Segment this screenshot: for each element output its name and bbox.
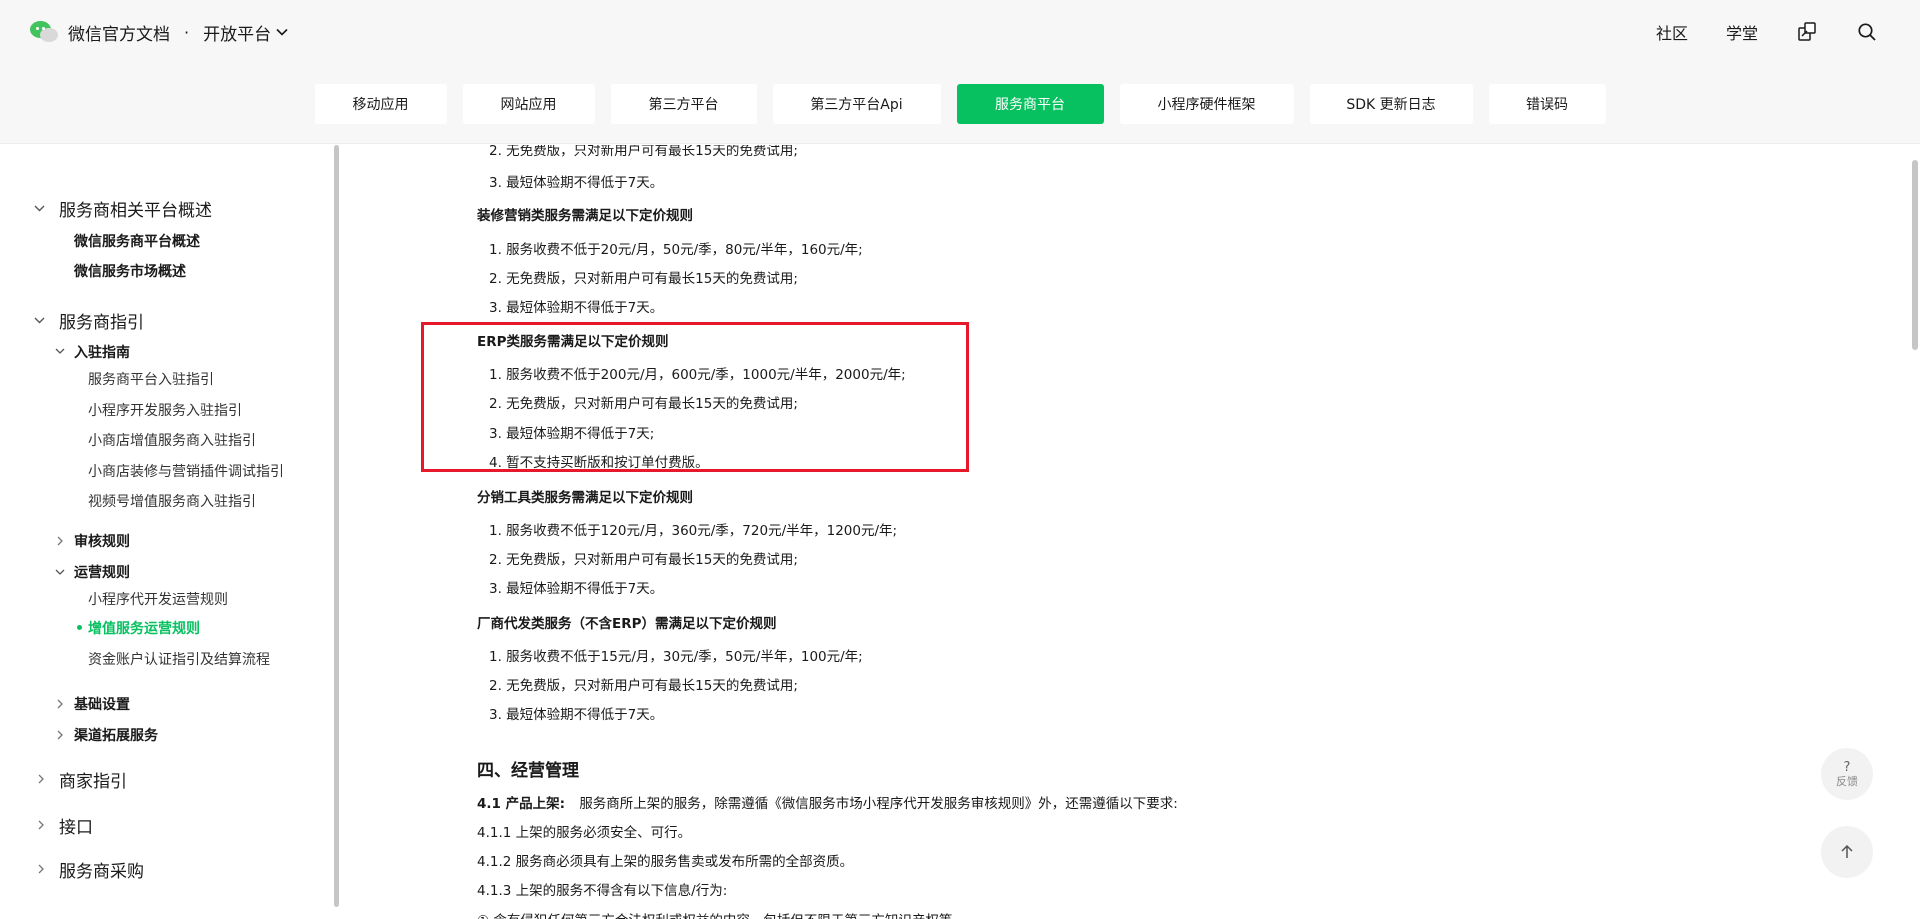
chevron-right-icon[interactable] xyxy=(36,819,46,831)
list-item: 1. 服务收费不低于15元/月，30元/季，50元/半年，100元/年; xyxy=(489,649,863,665)
wechat-logo-icon xyxy=(30,19,60,45)
product-tabs: 移动应用 网站应用 第三方平台 第三方平台Api 服务商平台 小程序硬件框架 S… xyxy=(0,84,1920,124)
sidebar-item-guide[interactable]: 服务商指引 xyxy=(59,308,144,333)
feedback-button[interactable]: ? 反馈 xyxy=(1821,748,1873,800)
sidebar-item-entry-2[interactable]: 小程序开发服务入驻指引 xyxy=(88,400,242,420)
brand-title[interactable]: 微信官方文档 xyxy=(68,20,170,45)
active-dot-icon xyxy=(77,625,82,630)
heading-management: 四、经营管理 xyxy=(477,761,579,781)
list-item: 1. 服务收费不低于20元/月，50元/季，80元/半年，160元/年; xyxy=(489,242,863,258)
list-item: 3. 最短体验期不得低于7天。 xyxy=(489,300,664,316)
list-item: 2. 无免费版，只对新用户可有最长15天的免费试用; xyxy=(489,552,798,568)
sidebar-item-ops-rules[interactable]: 运营规则 xyxy=(74,562,130,582)
chevron-down-icon[interactable] xyxy=(32,313,46,327)
sidebar-item-review-rules[interactable]: 审核规则 xyxy=(74,531,130,551)
list-item: 2. 无免费版，只对新用户可有最长15天的免费试用; xyxy=(489,678,798,694)
community-link[interactable]: 社区 xyxy=(1656,20,1688,44)
list-item: 1. 服务收费不低于120元/月，360元/季，720元/半年，1200元/年; xyxy=(489,523,898,539)
sidebar-item-merchant-guide[interactable]: 商家指引 xyxy=(59,767,127,792)
sidebar-scrollbar[interactable] xyxy=(334,145,339,907)
question-icon: ? xyxy=(1843,759,1851,775)
list-item: 2. 无免费版，只对新用户可有最长15天的免费试用; xyxy=(489,145,798,159)
chevron-down-icon[interactable] xyxy=(54,566,66,578)
paragraph-line: 4.1.1 上架的服务必须安全、可行。 xyxy=(477,825,692,841)
sidebar-item-market-overview[interactable]: 微信服务市场概述 xyxy=(74,261,186,281)
chevron-down-icon[interactable] xyxy=(54,345,66,357)
sidebar-item-platform-overview[interactable]: 微信服务商平台概述 xyxy=(74,231,200,251)
tab-third-party-platform[interactable]: 第三方平台 xyxy=(610,84,757,124)
sidebar-item-entry-5[interactable]: 视频号增值服务商入驻指引 xyxy=(88,491,256,511)
platform-dropdown[interactable]: 开放平台 xyxy=(203,20,288,45)
sidebar-nav: 服务商相关平台概述 微信服务商平台概述 微信服务市场概述 服务商指引 入驻指南 … xyxy=(0,145,332,919)
paragraph-4-1: 4.1 产品上架: 服务商所上架的服务，除需遵循《微信服务市场小程序代开发服务审… xyxy=(477,792,1178,812)
paragraph-line: ① 含有侵犯任何第三方合法权利或权益的内容，包括但不限于第三方知识产权等 xyxy=(477,909,952,919)
app-switch-icon[interactable] xyxy=(1796,21,1818,43)
tab-service-provider-platform[interactable]: 服务商平台 xyxy=(956,84,1104,124)
platform-label: 开放平台 xyxy=(203,24,272,45)
tab-third-party-api[interactable]: 第三方平台Api xyxy=(772,84,941,124)
sidebar-item-purchase[interactable]: 服务商采购 xyxy=(59,857,144,882)
sidebar-item-entry-4[interactable]: 小商店装修与营销插件调试指引 xyxy=(88,461,284,481)
paragraph-text: 服务商所上架的服务，除需遵循《微信服务市场小程序代开发服务审核规则》外，还需遵循… xyxy=(579,796,1178,812)
chevron-right-icon[interactable] xyxy=(55,535,65,547)
header-actions: 社区 学堂 xyxy=(1618,18,1878,46)
chevron-right-icon[interactable] xyxy=(36,863,46,875)
chevron-right-icon[interactable] xyxy=(55,698,65,710)
sidebar-item-entry-1[interactable]: 服务商平台入驻指引 xyxy=(88,369,214,389)
chevron-right-icon[interactable] xyxy=(55,729,65,741)
chevron-down-icon[interactable] xyxy=(32,201,46,215)
sidebar-item-overview[interactable]: 服务商相关平台概述 xyxy=(59,196,212,221)
brand[interactable]: 微信官方文档 · 开放平台 xyxy=(30,18,288,46)
chevron-down-icon xyxy=(276,28,288,36)
page-scrollbar[interactable] xyxy=(1912,160,1918,350)
sidebar-item-ops-3[interactable]: 资金账户认证指引及结算流程 xyxy=(88,649,270,669)
paragraph-line: 4.1.2 服务商必须具有上架的服务售卖或发布所需的全部资质。 xyxy=(477,854,854,870)
sidebar-item-entry-3[interactable]: 小商店增值服务商入驻指引 xyxy=(88,430,256,450)
list-item: 3. 最短体验期不得低于7天。 xyxy=(489,175,664,191)
list-item: 3. 最短体验期不得低于7天。 xyxy=(489,707,664,723)
feedback-label: 反馈 xyxy=(1836,774,1858,788)
academy-link[interactable]: 学堂 xyxy=(1726,20,1758,44)
search-icon[interactable] xyxy=(1856,21,1878,43)
arrow-up-icon xyxy=(1841,844,1853,858)
top-header: 微信官方文档 · 开放平台 社区 学堂 移动应用 网站应用 第三方平台 第三方平… xyxy=(0,0,1920,144)
tab-error-codes[interactable]: 错误码 xyxy=(1488,84,1606,124)
paragraph-line: 4.1.3 上架的服务不得含有以下信息/行为: xyxy=(477,883,728,899)
tab-website-app[interactable]: 网站应用 xyxy=(462,84,595,124)
brand-separator: · xyxy=(184,22,190,42)
paragraph-label: 4.1 产品上架: xyxy=(477,796,566,812)
chevron-right-icon[interactable] xyxy=(36,773,46,785)
list-item: 2. 无免费版，只对新用户可有最长15天的免费试用; xyxy=(489,271,798,287)
list-item: 3. 最短体验期不得低于7天。 xyxy=(489,581,664,597)
sidebar-item-entry-guide[interactable]: 入驻指南 xyxy=(74,342,130,362)
highlight-box xyxy=(421,322,969,472)
section-title-dropship: 厂商代发类服务（不含ERP）需满足以下定价规则 xyxy=(477,616,777,632)
tab-mobile-app[interactable]: 移动应用 xyxy=(314,84,447,124)
sidebar-item-basic-settings[interactable]: 基础设置 xyxy=(74,694,130,714)
tab-sdk-changelog[interactable]: SDK 更新日志 xyxy=(1309,84,1473,124)
sidebar-item-channel-services[interactable]: 渠道拓展服务 xyxy=(74,725,158,745)
tab-mini-program-hardware[interactable]: 小程序硬件框架 xyxy=(1119,84,1294,124)
back-to-top-button[interactable] xyxy=(1821,826,1873,878)
section-title-distribution: 分销工具类服务需满足以下定价规则 xyxy=(477,490,693,506)
sidebar-item-ops-1[interactable]: 小程序代开发运营规则 xyxy=(88,589,228,609)
sidebar-item-api[interactable]: 接口 xyxy=(59,813,93,838)
doc-content: 2. 无免费版，只对新用户可有最长15天的免费试用; 3. 最短体验期不得低于7… xyxy=(340,145,1900,919)
section-title-decoration: 装修营销类服务需满足以下定价规则 xyxy=(477,208,693,224)
sidebar-item-ops-2-active[interactable]: 增值服务运营规则 xyxy=(88,618,200,638)
